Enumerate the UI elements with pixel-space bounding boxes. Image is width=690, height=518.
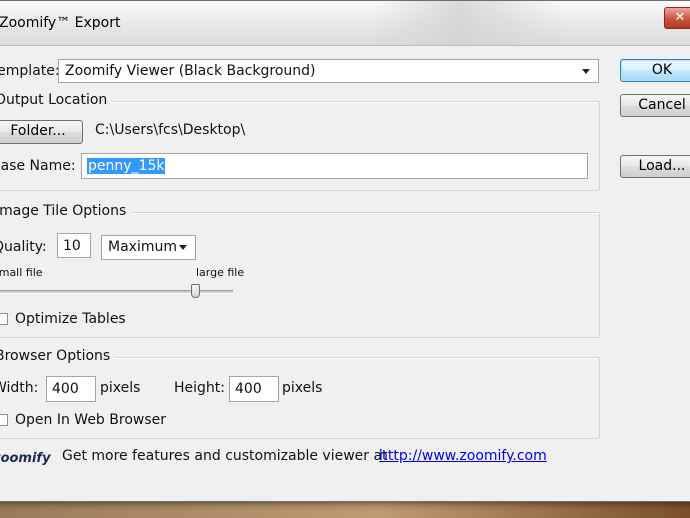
ok-button[interactable]: OK <box>620 59 690 82</box>
quality-slider-handle[interactable] <box>191 284 200 298</box>
zoomify-link[interactable]: http://www.zoomify.com <box>379 448 547 464</box>
cancel-button[interactable]: Cancel <box>620 94 690 117</box>
quality-preset-select[interactable]: Maximum <box>101 235 196 260</box>
chevron-down-icon <box>179 245 187 250</box>
width-input[interactable]: 400 <box>46 376 96 402</box>
template-select[interactable]: Zoomify Viewer (Black Background) <box>58 59 599 83</box>
height-unit: pixels <box>282 380 323 396</box>
image-tile-options-legend: Image Tile Options <box>0 203 131 219</box>
width-unit: pixels <box>100 380 141 396</box>
quality-label: Quality: <box>0 239 47 255</box>
small-file-label: small file <box>0 266 43 279</box>
base-name-input[interactable]: penny_15k <box>81 153 588 179</box>
export-dialog: Zoomify™ Export ✕ Template: Zoomify View… <box>0 0 690 502</box>
width-label: Width: <box>0 380 39 396</box>
template-select-value: Zoomify Viewer (Black Background) <box>65 63 316 79</box>
quality-input[interactable]: 10 <box>57 233 91 258</box>
optimize-tables-checkbox[interactable] <box>0 313 8 325</box>
folder-button[interactable]: Folder... <box>0 120 83 144</box>
browser-options-legend: Browser Options <box>0 348 115 364</box>
window-title: Zoomify™ Export <box>0 15 121 31</box>
folder-path: C:\Users\fcs\Desktop\ <box>95 122 246 138</box>
footer-text: Get more features and customizable viewe… <box>62 448 388 464</box>
base-name-value: penny_15k <box>87 158 166 174</box>
open-in-browser-checkbox[interactable] <box>0 414 8 426</box>
title-bar-glass <box>369 1 569 45</box>
large-file-label: large file <box>196 266 245 279</box>
close-icon[interactable]: ✕ <box>664 7 690 29</box>
chevron-down-icon <box>582 69 590 74</box>
title-bar[interactable]: Zoomify™ Export ✕ <box>0 1 690 46</box>
zoomify-logo: zoomify <box>0 451 51 466</box>
optimize-tables-label: Optimize Tables <box>15 311 126 327</box>
output-location-legend: Output Location <box>0 92 112 108</box>
open-in-browser-label: Open In Web Browser <box>15 412 166 428</box>
template-label: Template: <box>0 63 60 79</box>
height-label: Height: <box>174 380 225 396</box>
height-input[interactable]: 400 <box>229 376 279 402</box>
base-name-label: Base Name: <box>0 158 76 174</box>
load-button[interactable]: Load... <box>620 155 690 178</box>
quality-preset-value: Maximum <box>108 239 177 255</box>
